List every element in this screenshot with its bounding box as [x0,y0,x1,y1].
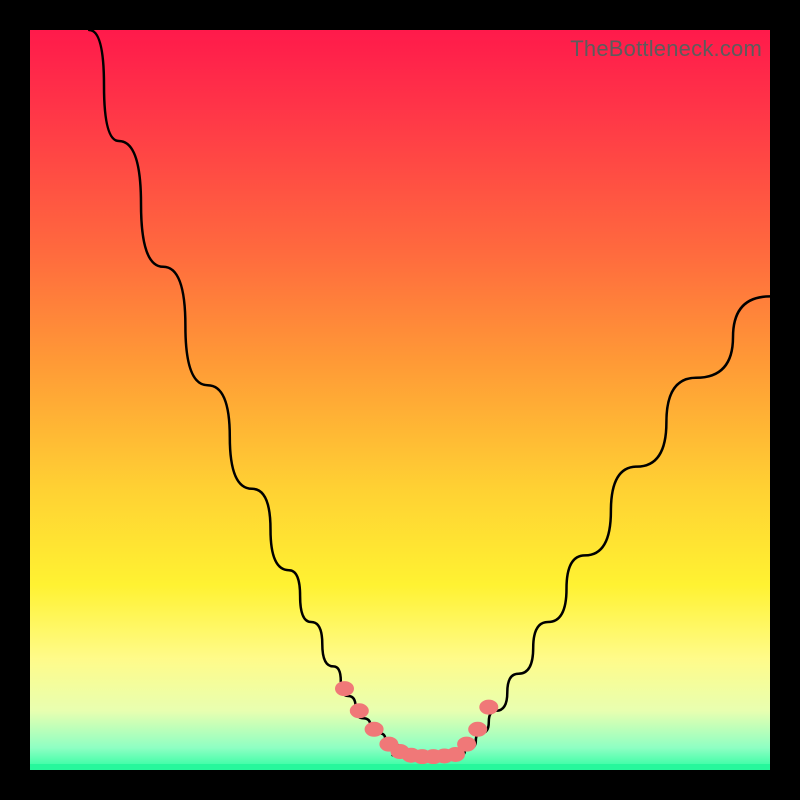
valley-marker [336,682,354,696]
valley-marker [480,700,498,714]
left-curve [89,30,418,755]
chart-svg [30,30,770,770]
right-curve [459,296,770,755]
valley-marker [458,737,476,751]
valley-markers [336,682,498,764]
valley-marker [365,722,383,736]
valley-marker [469,722,487,736]
valley-marker [350,704,368,718]
bottom-green-band [30,764,770,770]
outer-frame: TheBottleneck.com [0,0,800,800]
plot-area: TheBottleneck.com [30,30,770,770]
